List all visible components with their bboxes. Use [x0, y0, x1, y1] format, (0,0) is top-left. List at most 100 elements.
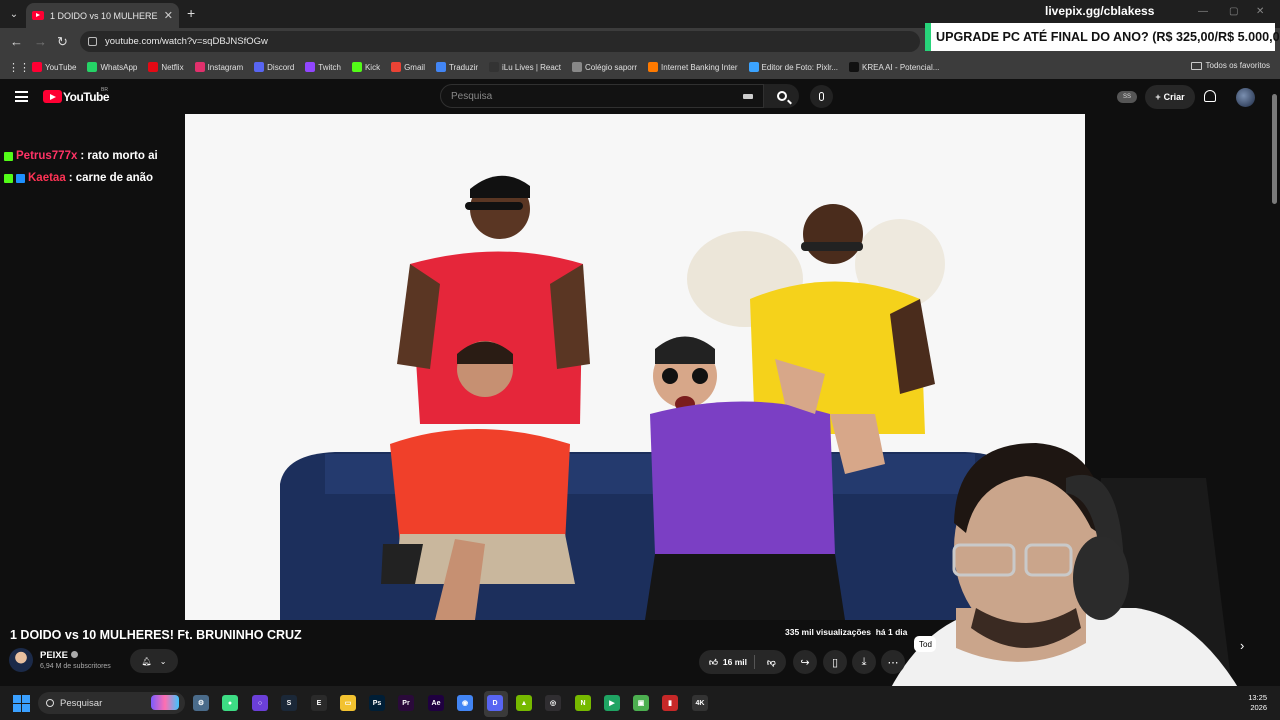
- discord-icon[interactable]: D: [487, 695, 503, 711]
- address-bar[interactable]: youtube.com/watch?v=sqDBJNSfOGw: [80, 31, 920, 52]
- system-clock[interactable]: 13:25 2026: [1247, 693, 1267, 713]
- chevron-down-icon: ⌄: [159, 656, 167, 666]
- share-button[interactable]: ↪: [793, 650, 817, 674]
- forward-button[interactable]: →: [34, 34, 47, 49]
- bookmark-item[interactable]: Editor de Foto: Pixlr...: [748, 62, 838, 72]
- dislike-icon[interactable]: 👎︎: [767, 657, 776, 668]
- site-info-icon[interactable]: [88, 37, 97, 46]
- bookmark-item[interactable]: KREA AI - Potencial...: [849, 62, 939, 72]
- 4k-icon[interactable]: 4K: [692, 695, 708, 711]
- subscriber-count: 6,94 M de subscritores: [40, 663, 111, 670]
- screen: ⌄ 1 DOIDO vs 10 MULHERES! Ft. B ✕ + — ▢ …: [0, 0, 1280, 720]
- bookmark-label: Twitch: [318, 62, 341, 72]
- bookmark-item[interactable]: Discord: [254, 62, 294, 72]
- after-effects-icon[interactable]: Ae: [428, 695, 444, 711]
- more-actions-button[interactable]: ⋯: [881, 650, 905, 674]
- bookmark-label: Instagram: [207, 62, 244, 72]
- subscriber-badge-icon: [16, 173, 25, 183]
- bookmark-favicon-icon: [489, 62, 500, 72]
- page-scrollbar[interactable]: [1272, 94, 1277, 204]
- bookmark-item[interactable]: YouTube: [32, 62, 76, 72]
- bookmark-label: Gmail: [404, 62, 425, 72]
- bookmark-icon: ▯: [831, 656, 839, 669]
- bookmark-item[interactable]: Netflix: [148, 62, 184, 72]
- share-icon: ↪: [800, 656, 810, 669]
- subscription-bell-button[interactable]: 🔔︎ ⌄: [130, 649, 178, 673]
- tab-search-button[interactable]: ⌄: [5, 5, 23, 23]
- apps-grid-icon[interactable]: ⋮⋮: [8, 61, 32, 74]
- bookmark-item[interactable]: Twitch: [305, 62, 341, 72]
- chat-username: Petrus777x: [16, 150, 78, 162]
- browser-tab-active[interactable]: 1 DOIDO vs 10 MULHERES! Ft. B ✕: [26, 3, 179, 28]
- all-bookmarks-label: Todos os favoritos: [1205, 61, 1270, 70]
- filter-chip-all[interactable]: Tod: [914, 636, 936, 652]
- channel-name[interactable]: PEIXE: [40, 650, 68, 661]
- steam-icon[interactable]: S: [281, 695, 297, 711]
- microphone-icon: [819, 92, 824, 101]
- keyboard-icon[interactable]: [743, 94, 753, 99]
- nvidia-icon[interactable]: N: [575, 695, 591, 711]
- download-button[interactable]: ⤓: [852, 650, 876, 674]
- bookmark-item[interactable]: WhatsApp: [87, 62, 137, 72]
- bookmark-item[interactable]: Kick: [351, 62, 380, 72]
- extension-badge[interactable]: SS: [1117, 91, 1137, 103]
- android-icon[interactable]: ●: [222, 695, 238, 711]
- like-icon[interactable]: 👍︎: [709, 657, 718, 668]
- search-button[interactable]: [764, 84, 799, 108]
- voice-search-button[interactable]: [810, 85, 833, 108]
- bookmark-favicon-icon: [87, 62, 98, 72]
- settings-icon[interactable]: ⚙: [193, 695, 209, 711]
- donation-goal-text: UPGRADE PC ATÉ FINAL DO ANO? (R$ 325,00/…: [936, 30, 1280, 44]
- windows-start-icon[interactable]: [13, 695, 30, 712]
- search-input[interactable]: Pesquisa: [440, 84, 764, 108]
- like-count[interactable]: 16 mil: [723, 657, 747, 667]
- back-button[interactable]: ←: [10, 34, 23, 49]
- reload-button[interactable]: ↻: [57, 34, 68, 50]
- account-avatar[interactable]: [1236, 88, 1255, 107]
- channel-avatar[interactable]: [9, 648, 33, 672]
- folder-icon[interactable]: ▭: [340, 695, 356, 711]
- epic-icon[interactable]: E: [311, 695, 327, 711]
- url-text: youtube.com/watch?v=sqDBJNSfOGw: [105, 36, 268, 47]
- bookmark-favicon-icon: [305, 62, 316, 72]
- bookmark-item[interactable]: Traduzir: [435, 62, 478, 72]
- bookmark-item[interactable]: Instagram: [194, 62, 244, 72]
- taskbar: Pesquisar ⚙ ● ○ S E ▭ Ps Pr Ae ◉ D ▲ ◎ N ▶ ▣ ▮ 4K: [0, 686, 1280, 720]
- minimize-button[interactable]: —: [1198, 6, 1208, 17]
- maximize-button[interactable]: ▢: [1229, 6, 1238, 17]
- more-icon: ⋯: [887, 656, 899, 669]
- app-icon[interactable]: ▮: [662, 695, 678, 711]
- bookmark-item[interactable]: iLu Lives | React: [489, 62, 561, 72]
- notifications-icon[interactable]: [1204, 90, 1216, 102]
- close-tab-icon[interactable]: ✕: [164, 9, 173, 22]
- menu-icon[interactable]: [15, 91, 28, 102]
- all-bookmarks-button[interactable]: Todos os favoritos: [1190, 61, 1270, 70]
- premiere-icon[interactable]: Pr: [398, 695, 414, 711]
- new-tab-button[interactable]: +: [187, 5, 195, 21]
- bookmark-item[interactable]: Internet Banking Inter: [648, 62, 738, 72]
- chevron-right-icon[interactable]: ›: [1240, 638, 1244, 653]
- bookmark-item[interactable]: Gmail: [391, 62, 425, 72]
- save-button[interactable]: ▯: [823, 650, 847, 674]
- nvidia-icon[interactable]: ▲: [516, 695, 532, 711]
- taskbar-search[interactable]: Pesquisar: [38, 692, 185, 714]
- chrome-icon[interactable]: ◉: [457, 695, 473, 711]
- region-code: BR: [101, 87, 108, 93]
- bell-icon: 🔔︎: [141, 656, 152, 666]
- webcam-feed: [876, 443, 1256, 720]
- minecraft-icon[interactable]: ▣: [633, 695, 649, 711]
- chat-message: Petrus777x : rato morto ai: [4, 150, 158, 162]
- close-window-button[interactable]: ✕: [1256, 6, 1264, 17]
- create-button[interactable]: + Criar: [1145, 85, 1195, 109]
- channel-name-row[interactable]: PEIXE: [40, 650, 78, 661]
- bookmark-item[interactable]: Colégio saporr: [572, 62, 637, 72]
- circle-app-icon[interactable]: ○: [252, 695, 268, 711]
- like-divider: [754, 655, 755, 669]
- youtube-logo-icon[interactable]: [43, 90, 62, 103]
- obs-icon[interactable]: ◎: [545, 695, 561, 711]
- photoshop-icon[interactable]: Ps: [369, 695, 385, 711]
- bookmark-favicon-icon: [748, 62, 759, 72]
- arrow-app-icon[interactable]: ▶: [604, 695, 620, 711]
- clock-time: 13:25: [1248, 693, 1267, 702]
- bookmark-favicon-icon: [351, 62, 362, 72]
